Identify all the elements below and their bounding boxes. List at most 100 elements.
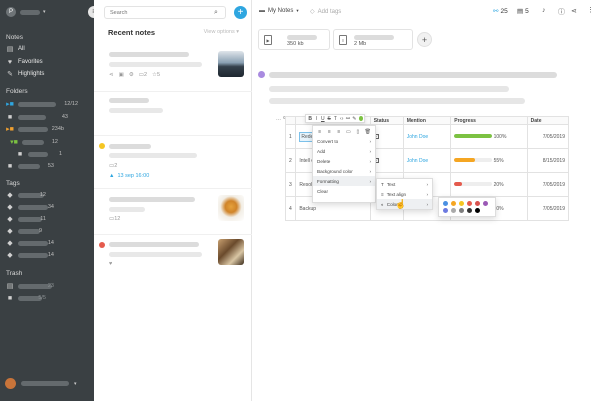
search-icon[interactable]: ⌕	[214, 9, 218, 17]
sidebar-item-all[interactable]: ▤ All	[6, 45, 92, 53]
note-color-dot	[99, 143, 105, 149]
sidebar-folder[interactable]: ■ 43	[6, 113, 92, 121]
search-input[interactable]	[110, 9, 210, 16]
share-icon[interactable]: ⋖	[571, 7, 577, 15]
tag-name	[18, 240, 48, 246]
date-cell[interactable]: 8/15/2019	[526, 148, 570, 173]
sidebar-trash-item[interactable]: ■ 5/5	[6, 294, 92, 302]
menu-item-add[interactable]: Add ›	[313, 146, 375, 156]
date-cell[interactable]: 7/05/2019	[526, 172, 570, 197]
sidebar-item-highlights[interactable]: ✎ Highlights	[6, 70, 92, 78]
note-card[interactable]: ♥	[94, 234, 252, 274]
color-swatch[interactable]	[474, 201, 480, 206]
sidebar-tag[interactable]: ◆ 11	[6, 215, 92, 223]
sidebar-tag[interactable]: ◆ 9	[6, 227, 92, 235]
color-swatch[interactable]	[442, 201, 448, 206]
table-header[interactable]: Progress	[450, 116, 528, 125]
menu-item-delete[interactable]: Delete ›	[313, 156, 375, 166]
progress-cell[interactable]: 55%	[450, 148, 528, 173]
tag-count: 9	[38, 228, 42, 234]
insert-row-icon[interactable]: ▭	[346, 128, 352, 135]
sidebar-folder[interactable]: ▸■ 12/12	[6, 100, 92, 108]
documents-counter[interactable]: ▤ 5	[517, 7, 529, 16]
chevron-down-icon[interactable]: ▾	[74, 381, 77, 387]
delete-icon[interactable]: 🗑	[365, 128, 371, 135]
sidebar-tag[interactable]: ◆ 12	[6, 191, 92, 199]
links-counter[interactable]: ⚯ 25	[493, 7, 508, 16]
user-menu[interactable]: ▾	[5, 378, 77, 389]
mention-cell[interactable]: John Doe	[402, 148, 452, 173]
chevron-down-icon: ▾	[296, 8, 299, 13]
table-header[interactable]: Date	[526, 116, 570, 125]
tag-icon: ◆	[7, 192, 13, 199]
submenu-item-text-align[interactable]: ≡ Text align ›	[377, 189, 432, 199]
color-swatch[interactable]	[442, 208, 448, 213]
avatar[interactable]: P	[6, 7, 16, 17]
color-swatch[interactable]	[482, 201, 488, 206]
table-header[interactable]: Mention	[402, 116, 452, 125]
reminder-label[interactable]: ▲ 13 sep 16:00	[109, 173, 149, 179]
note-card[interactable]: ▭12	[94, 188, 252, 232]
note-card[interactable]: ▭2 ▲ 13 sep 16:00	[94, 135, 252, 185]
insert-column-icon[interactable]: ▯	[355, 128, 361, 135]
mention-cell[interactable]: John Doe	[402, 124, 452, 149]
note-card[interactable]: ⋖ ▣ ⚙ ▭2 ☆5	[94, 44, 252, 88]
progress-cell[interactable]: 100%	[450, 124, 528, 149]
folder-count: 1	[58, 151, 62, 157]
new-note-button[interactable]: +	[234, 6, 247, 19]
table-context-menu: ≡ ≡ ≡ ▭ ▯ 🗑 Convert to › Add › Delete › Bac…	[312, 125, 376, 203]
sidebar-tag[interactable]: ◆ 14	[6, 251, 92, 259]
account-switcher[interactable]: P ▾	[6, 7, 46, 17]
color-swatch[interactable]	[458, 208, 464, 213]
date-cell[interactable]: 7/05/2019	[526, 196, 570, 221]
menu-item-background-color[interactable]: Background color ›	[313, 166, 375, 176]
note-title	[109, 197, 195, 202]
view-options-dropdown[interactable]: View options ▾	[204, 29, 239, 35]
attachment-card[interactable]: ▶ 350 kb	[258, 29, 330, 50]
color-swatch[interactable]	[450, 208, 456, 213]
edit-icon[interactable]: ✎	[351, 115, 357, 122]
sidebar-trash-item[interactable]: ▤ 23	[6, 282, 92, 290]
breadcrumb[interactable]: ▬ My Notes ▾	[259, 8, 299, 14]
note-card[interactable]	[94, 91, 252, 135]
note-title-placeholder[interactable]	[269, 72, 557, 78]
folder-name	[18, 114, 46, 120]
color-swatch[interactable]	[450, 201, 456, 206]
table-header[interactable]: Status	[369, 116, 404, 125]
menu-item-clear[interactable]: Clear	[313, 186, 375, 196]
color-icon: ◐	[381, 201, 384, 207]
sidebar-tag[interactable]: ◆ 14	[6, 239, 92, 247]
sidebar-item-favorites[interactable]: ♥ Favorites	[6, 58, 92, 66]
align-left-icon[interactable]: ≡	[317, 128, 323, 135]
align-center-icon[interactable]: ≡	[327, 128, 333, 135]
sidebar-folder[interactable]: ▸■ 234b	[6, 125, 92, 133]
highlight-color-swatch[interactable]	[358, 116, 364, 121]
user-name	[21, 381, 69, 386]
table-handle-icon[interactable]: ⋯	[275, 116, 282, 123]
sidebar-folder[interactable]: ▾■ 12	[10, 138, 96, 146]
comment-icon: ▭2	[109, 163, 118, 169]
bell-icon[interactable]: ♪	[542, 7, 546, 14]
menu-item-convert[interactable]: Convert to ›	[313, 136, 375, 146]
align-right-icon[interactable]: ≡	[336, 128, 342, 135]
date-cell[interactable]: 7/05/2019	[526, 124, 570, 149]
add-tags-button[interactable]: ◇ Add tags	[310, 8, 341, 16]
submenu-item-text[interactable]: T Text ›	[377, 179, 432, 189]
more-icon[interactable]: ⋮	[587, 6, 594, 14]
menu-item-formatting[interactable]: Formatting ›	[313, 176, 375, 186]
color-swatch[interactable]	[458, 201, 464, 206]
info-icon[interactable]: ⓘ	[558, 7, 565, 17]
folder-icon: ■	[7, 113, 13, 121]
color-swatch[interactable]	[466, 208, 472, 213]
chevron-down-icon[interactable]: ▾	[43, 9, 46, 15]
sidebar-folder[interactable]: ■ 1	[16, 150, 102, 158]
progress-cell[interactable]: 20%	[450, 172, 528, 197]
attachment-card[interactable]: ≡ 2 Mb	[333, 29, 413, 50]
sidebar-tag[interactable]: ◆ 34	[6, 203, 92, 211]
avatar[interactable]	[5, 378, 16, 389]
color-swatch[interactable]	[466, 201, 472, 206]
search-box[interactable]: ⌕	[104, 6, 226, 19]
sidebar-folder[interactable]: ■ 53	[6, 162, 92, 170]
add-attachment-button[interactable]: +	[417, 32, 432, 47]
color-swatch[interactable]	[474, 208, 480, 213]
